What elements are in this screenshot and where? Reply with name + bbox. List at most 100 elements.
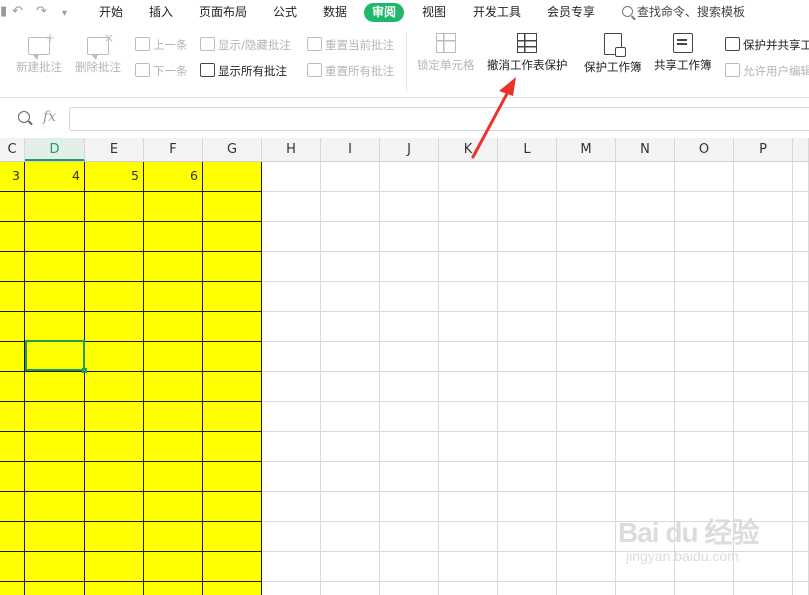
cell[interactable]: [203, 552, 262, 582]
cell[interactable]: [380, 312, 439, 342]
cell[interactable]: [321, 402, 380, 432]
cell[interactable]: [25, 582, 85, 595]
cell[interactable]: [616, 312, 675, 342]
cell[interactable]: [439, 402, 498, 432]
cell[interactable]: [616, 282, 675, 312]
redo-icon[interactable]: ↷: [36, 3, 47, 21]
cell[interactable]: [616, 222, 675, 252]
zoom-icon[interactable]: [18, 111, 30, 123]
cell[interactable]: [557, 432, 616, 462]
cell[interactable]: [203, 222, 262, 252]
cell[interactable]: [203, 582, 262, 595]
cell[interactable]: [203, 342, 262, 372]
cell[interactable]: [262, 492, 321, 522]
cell[interactable]: [25, 462, 85, 492]
cell[interactable]: [321, 522, 380, 552]
cell[interactable]: [85, 432, 144, 462]
cell[interactable]: [85, 222, 144, 252]
cell[interactable]: [85, 192, 144, 222]
cell[interactable]: [0, 492, 25, 522]
cell[interactable]: [203, 282, 262, 312]
cell[interactable]: [793, 312, 809, 342]
cell[interactable]: [675, 402, 734, 432]
column-header-K[interactable]: K: [439, 138, 498, 161]
cell[interactable]: [25, 552, 85, 582]
column-header-D[interactable]: D: [25, 138, 85, 161]
cell[interactable]: [498, 432, 557, 462]
cell[interactable]: [85, 312, 144, 342]
cell[interactable]: [675, 372, 734, 402]
cell[interactable]: [439, 522, 498, 552]
reset-all-comments-button[interactable]: 重置所有批注: [307, 63, 394, 79]
cell[interactable]: [321, 492, 380, 522]
cell[interactable]: [0, 342, 25, 372]
column-header-N[interactable]: N: [616, 138, 675, 161]
cell[interactable]: 4: [25, 162, 85, 192]
column-header-C[interactable]: C: [0, 138, 25, 161]
cell[interactable]: [557, 462, 616, 492]
cell[interactable]: [0, 552, 25, 582]
cell[interactable]: [557, 582, 616, 595]
cell[interactable]: 6: [144, 162, 203, 192]
cell[interactable]: [144, 222, 203, 252]
cell[interactable]: [380, 492, 439, 522]
cell[interactable]: [380, 282, 439, 312]
cell[interactable]: [85, 342, 144, 372]
new-comment-button[interactable]: + 新建批注: [16, 32, 62, 75]
cell[interactable]: [734, 432, 793, 462]
cell[interactable]: [262, 462, 321, 492]
cell[interactable]: [675, 462, 734, 492]
cell[interactable]: [203, 162, 262, 192]
cell[interactable]: [793, 372, 809, 402]
cell[interactable]: [262, 522, 321, 552]
cell[interactable]: [793, 432, 809, 462]
cell[interactable]: [0, 462, 25, 492]
cell[interactable]: [321, 342, 380, 372]
cell[interactable]: [203, 432, 262, 462]
column-header-E[interactable]: E: [85, 138, 144, 161]
cell[interactable]: [380, 222, 439, 252]
cell[interactable]: [144, 582, 203, 595]
cell[interactable]: [793, 582, 809, 595]
cell[interactable]: [793, 162, 809, 192]
cell[interactable]: 5: [85, 162, 144, 192]
protect-workbook-button[interactable]: 保护工作簿: [584, 33, 642, 75]
share-workbook-button[interactable]: 共享工作簿: [654, 33, 712, 73]
cell[interactable]: [734, 162, 793, 192]
cell[interactable]: [25, 372, 85, 402]
cell[interactable]: [144, 522, 203, 552]
column-header-P[interactable]: P: [734, 138, 793, 161]
cell[interactable]: [439, 222, 498, 252]
cell[interactable]: [0, 582, 25, 595]
formula-input[interactable]: [69, 107, 809, 131]
cell[interactable]: [557, 402, 616, 432]
cell[interactable]: [498, 402, 557, 432]
cell[interactable]: [439, 342, 498, 372]
column-header-M[interactable]: M: [557, 138, 616, 161]
quick-access-dropdown-icon[interactable]: ▾: [62, 5, 67, 23]
cell[interactable]: [203, 312, 262, 342]
cell[interactable]: [616, 372, 675, 402]
column-header-H[interactable]: H: [262, 138, 321, 161]
cell[interactable]: [203, 372, 262, 402]
cell[interactable]: [793, 522, 809, 552]
cell[interactable]: [557, 192, 616, 222]
cell[interactable]: [144, 462, 203, 492]
cell[interactable]: [380, 162, 439, 192]
cell[interactable]: [675, 252, 734, 282]
show-all-comments-button[interactable]: 显示所有批注: [200, 63, 287, 79]
cell[interactable]: [144, 552, 203, 582]
cell[interactable]: [557, 162, 616, 192]
cell[interactable]: [0, 222, 25, 252]
cell[interactable]: [793, 282, 809, 312]
cell[interactable]: [380, 342, 439, 372]
cell[interactable]: [0, 402, 25, 432]
reset-current-comment-button[interactable]: 重置当前批注: [307, 37, 394, 53]
cell[interactable]: [203, 522, 262, 552]
cell[interactable]: [734, 342, 793, 372]
cell[interactable]: [616, 192, 675, 222]
cell[interactable]: [439, 462, 498, 492]
cell[interactable]: [675, 282, 734, 312]
cell[interactable]: [616, 582, 675, 595]
cell[interactable]: [675, 162, 734, 192]
